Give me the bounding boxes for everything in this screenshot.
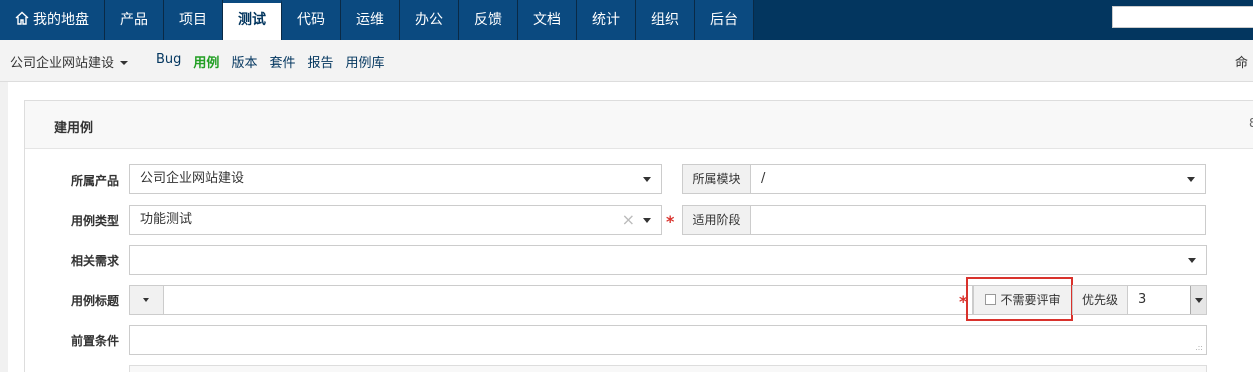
subnav-build[interactable]: 版本 — [231, 52, 257, 71]
home-icon — [15, 11, 29, 25]
module-value: / — [761, 171, 766, 186]
chevron-down-icon — [143, 298, 149, 302]
product-value: 公司企业网站建设 — [140, 171, 245, 186]
subnav-right-link[interactable]: 命 — [1235, 52, 1248, 71]
highlight-box — [966, 277, 1073, 321]
nav-product[interactable]: 产品 — [105, 0, 164, 40]
subnav-caselib[interactable]: 用例库 — [345, 52, 384, 71]
precondition-textarea[interactable]: .:: — [129, 325, 1207, 355]
nav-label: 我的地盘 — [33, 12, 89, 28]
subnav-case[interactable]: 用例 — [193, 52, 219, 71]
chevron-down-icon — [1187, 177, 1195, 182]
title-label: 用例标题 — [70, 294, 119, 308]
top-navbar: 我的地盘 产品 项目 测试 代码 运维 办公 反馈 文档 统计 组织 后台 — [0, 0, 1253, 40]
nav-stats[interactable]: 统计 — [577, 0, 636, 40]
main-nav: 我的地盘 产品 项目 测试 代码 运维 办公 反馈 文档 统计 组织 后台 — [0, 0, 754, 40]
product-select[interactable]: 公司企业网站建设 — [129, 164, 662, 194]
steps-table — [129, 365, 1207, 372]
subnav-suite[interactable]: 套件 — [269, 52, 295, 71]
stage-select[interactable] — [750, 205, 1206, 235]
story-select[interactable] — [129, 245, 1207, 275]
priority-select[interactable]: 3 — [1127, 285, 1207, 315]
nav-code[interactable]: 代码 — [282, 0, 341, 40]
panel-more[interactable]: 8 — [1249, 116, 1253, 130]
module-select[interactable]: / — [750, 164, 1206, 194]
chevron-down-icon — [1188, 258, 1196, 263]
top-search-input[interactable] — [1112, 6, 1253, 28]
type-value: 功能测试 — [140, 212, 193, 227]
chevron-down-icon — [643, 177, 651, 182]
priority-value: 3 — [1138, 292, 1147, 307]
subnav-bug[interactable]: Bug — [156, 52, 181, 71]
stage-label: 适用阶段 — [682, 205, 751, 235]
nav-office[interactable]: 办公 — [400, 0, 459, 40]
sub-navbar: 公司企业网站建设 Bug 用例 版本 套件 报告 用例库 命 — [0, 40, 1253, 82]
module-label: 所属模块 — [682, 164, 751, 194]
project-switcher[interactable]: 公司企业网站建设 — [10, 52, 129, 71]
nav-project[interactable]: 项目 — [164, 0, 223, 40]
priority-label: 优先级 — [1072, 285, 1128, 315]
subnav-links: Bug 用例 版本 套件 报告 用例库 — [156, 52, 397, 71]
clear-icon[interactable]: × — [622, 206, 635, 234]
nav-test[interactable]: 测试 — [223, 0, 282, 40]
nav-ops[interactable]: 运维 — [341, 0, 400, 40]
resize-handle-icon[interactable]: .:: — [1195, 344, 1203, 352]
type-select[interactable]: 功能测试 × — [129, 205, 662, 235]
title-input[interactable] — [163, 285, 973, 315]
required-mark: * — [666, 212, 675, 231]
panel-header: 建用例 8 — [25, 101, 1253, 149]
product-label: 所属产品 — [70, 174, 119, 188]
title-color-picker[interactable] — [129, 285, 164, 315]
precondition-label: 前置条件 — [70, 334, 119, 348]
nav-org[interactable]: 组织 — [636, 0, 695, 40]
chevron-down-icon — [120, 61, 129, 65]
project-name: 公司企业网站建设 — [10, 56, 115, 71]
nav-doc[interactable]: 文档 — [518, 0, 577, 40]
nav-my-dashboard[interactable]: 我的地盘 — [0, 0, 105, 40]
page-title: 建用例 — [54, 121, 94, 136]
subnav-report[interactable]: 报告 — [307, 52, 333, 71]
chevron-down-icon — [643, 218, 651, 223]
nav-feedback[interactable]: 反馈 — [459, 0, 518, 40]
story-label: 相关需求 — [70, 254, 119, 268]
nav-admin[interactable]: 后台 — [695, 0, 754, 40]
chevron-down-icon[interactable] — [1190, 286, 1206, 314]
page-body: 建用例 8 所属产品 公司企业网站建设 所属模块 / 用例类型 功能测试 × *… — [8, 82, 1253, 372]
type-label: 用例类型 — [70, 214, 119, 228]
